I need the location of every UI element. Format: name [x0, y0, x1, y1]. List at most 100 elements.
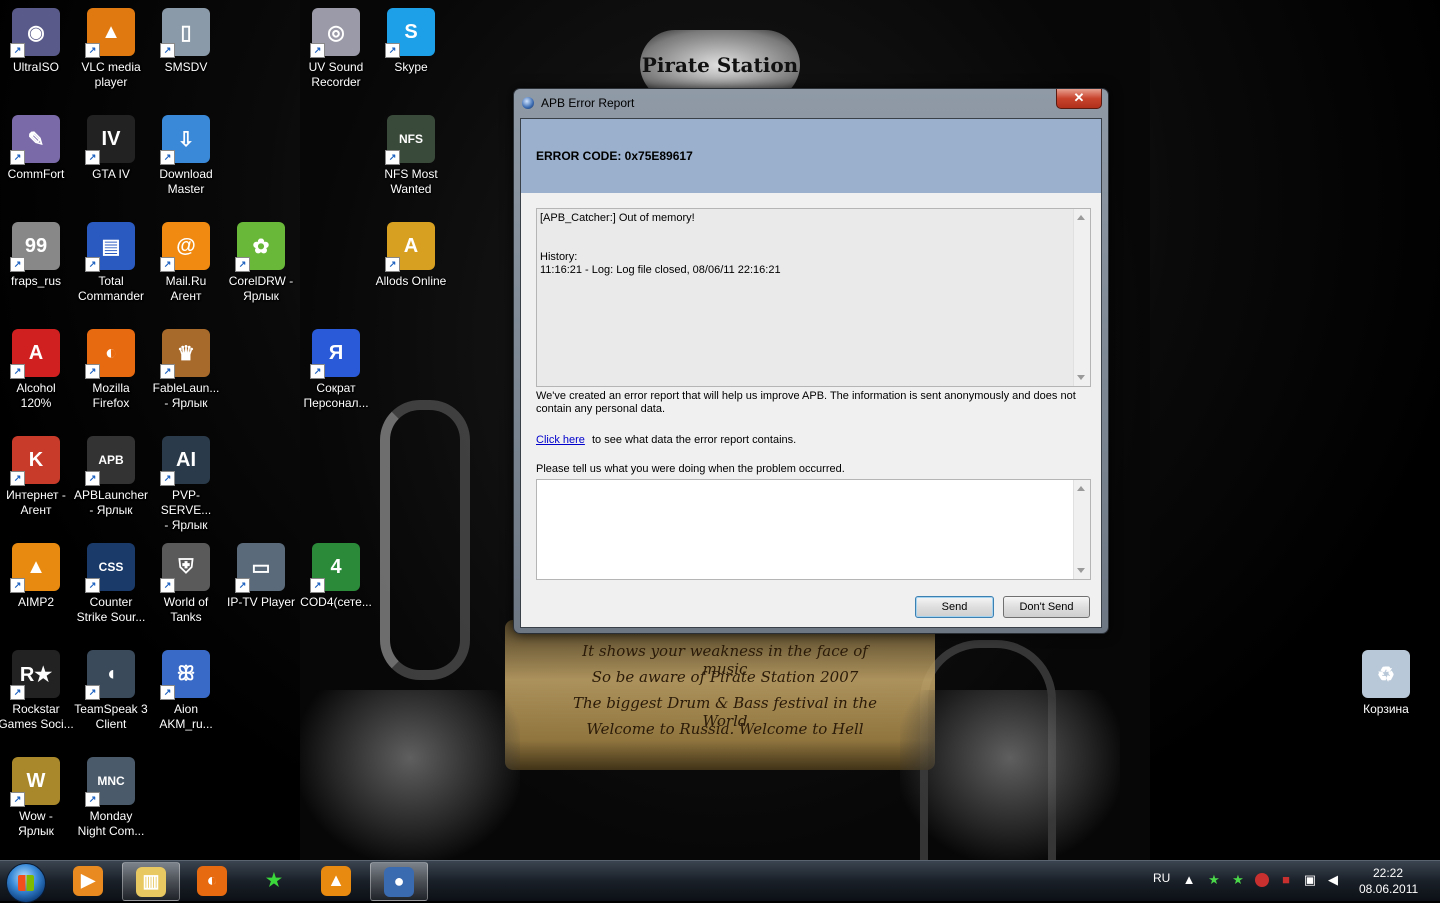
desktop-icon-sokrat[interactable]: Я ↗ Сократ Персонал...: [298, 329, 374, 411]
desktop-icon-label: Allods Online: [375, 274, 447, 288]
scroll-down-arrow-icon[interactable]: [1077, 375, 1085, 380]
clock-date[interactable]: 08.06.2011: [1359, 882, 1418, 896]
desktop-icon-label: fraps_rus: [10, 274, 62, 288]
aimp-icon: ▲: [321, 865, 351, 896]
network-icon[interactable]: ▣: [1303, 873, 1317, 887]
fraps-icon: 99 ↗: [10, 222, 60, 272]
taskbar-button-media-player[interactable]: ▶: [60, 862, 116, 899]
desktop-icon-label: IP-TV Player: [226, 595, 295, 609]
css-icon: CSS ↗: [85, 543, 135, 593]
app-icon: [522, 97, 534, 109]
desktop-icon-label: CommFort: [7, 167, 65, 181]
download-icon: ⇩ ↗: [160, 115, 210, 165]
language-indicator[interactable]: RU: [1153, 871, 1170, 885]
dialog-titlebar[interactable]: APB Error Report ✕: [514, 89, 1108, 117]
tanks-icon: ⛨ ↗: [160, 543, 210, 593]
dont-send-button[interactable]: Don't Send: [1003, 596, 1090, 618]
desktop-icon-label: COD4(сете...: [300, 595, 372, 609]
red-tray-icon[interactable]: ■: [1279, 873, 1293, 887]
taskbar-button-firefox[interactable]: ◐: [184, 862, 240, 899]
desktop-icon-skype[interactable]: S ↗ Skype: [373, 8, 449, 75]
recycle-bin-icon: ♻: [1362, 650, 1410, 698]
desktop-icon-speaker[interactable]: ◎ ↗ UV Sound Recorder: [298, 8, 374, 90]
desktop-icon-tv[interactable]: ▭ ↗ IP-TV Player: [223, 543, 299, 610]
desktop-icon-commfort[interactable]: ✎ ↗ CommFort: [0, 115, 74, 182]
desktop-icon-label: Mozilla Firefox: [92, 381, 130, 410]
taskbar-button-aimp[interactable]: ▲: [308, 862, 364, 899]
comment-textarea[interactable]: [536, 479, 1091, 580]
desktop-icon-vlc-cone[interactable]: ▲ ↗ VLC media player: [73, 8, 149, 90]
send-button[interactable]: Send: [915, 596, 994, 618]
fable-icon: ♛ ↗: [160, 329, 210, 379]
aimp-icon: ▲ ↗: [10, 543, 60, 593]
shortcut-arrow-icon: ↗: [385, 257, 400, 272]
desktop-icon-fraps[interactable]: 99 ↗ fraps_rus: [0, 222, 74, 289]
desktop-icon-fable[interactable]: ♛ ↗ FableLaun... - Ярлык: [148, 329, 224, 411]
firefox-icon: ◐: [197, 865, 227, 896]
taskbar-button-apb-error[interactable]: ●: [370, 862, 428, 901]
sokrat-icon: Я ↗: [310, 329, 360, 379]
shortcut-arrow-icon: ↗: [160, 150, 175, 165]
agent-icon: K ↗: [10, 436, 60, 486]
desktop-icon-css[interactable]: CSS ↗ Counter Strike Sour...: [73, 543, 149, 625]
desktop-icon-butterfly[interactable]: ꕥ ↗ Aion AKM_ru...: [148, 650, 224, 732]
antivirus-tray-icon[interactable]: [1255, 873, 1269, 887]
scroll-up-arrow-icon[interactable]: [1077, 215, 1085, 220]
desktop-icon-firefox[interactable]: ◐ ↗ Mozilla Firefox: [73, 329, 149, 411]
teamspeak-icon: ◖ ↗: [85, 650, 135, 700]
desktop-icon-nfs[interactable]: NFS ↗ NFS Most Wanted: [373, 115, 449, 197]
desktop-icon-label: Интернет - Агент: [6, 488, 66, 517]
desktop-icon-apb[interactable]: APB ↗ APBLauncher - Ярлык: [73, 436, 149, 518]
click-here-link[interactable]: Click here: [536, 434, 585, 446]
desktop-icon-aimp[interactable]: ▲ ↗ AIMP2: [0, 543, 74, 610]
show-hidden-icons-icon[interactable]: ▲: [1182, 873, 1196, 887]
desktop-icon-mnc[interactable]: MNC ↗ Monday Night Com...: [73, 757, 149, 839]
error-log-box[interactable]: [APB_Catcher:] Out of memory! History: 1…: [536, 208, 1091, 387]
desktop-icon-gta[interactable]: IV ↗ GTA IV: [73, 115, 149, 182]
desktop-icon-phone[interactable]: ▯ ↗ SMSDV: [148, 8, 224, 75]
wallpaper-wing-left: [300, 690, 520, 860]
desktop-icon-label: APBLauncher - Ярлык: [73, 488, 149, 517]
desktop-icon-alcohol[interactable]: A ↗ Alcohol 120%: [0, 329, 74, 411]
desktop-icon-download[interactable]: ⇩ ↗ Download Master: [148, 115, 224, 197]
desktop-icon-recycle-bin[interactable]: ♻ Корзина: [1348, 650, 1424, 717]
desktop-icon-cod4[interactable]: 4 ↗ COD4(сете...: [298, 543, 374, 610]
shortcut-arrow-icon: ↗: [160, 471, 175, 486]
desktop-icon-rockstar[interactable]: R★ ↗ Rockstar Games Soci...: [0, 650, 74, 732]
shortcut-arrow-icon: ↗: [10, 364, 25, 379]
volume-icon[interactable]: ◀: [1326, 873, 1340, 887]
nfs-icon: NFS ↗: [385, 115, 435, 165]
star-tray-icon[interactable]: ★: [1207, 873, 1221, 887]
scroll-up-arrow-icon[interactable]: [1077, 486, 1085, 491]
shortcut-arrow-icon: ↗: [85, 257, 100, 272]
start-button[interactable]: [6, 863, 46, 903]
desktop-icon-wow[interactable]: W ↗ Wow - Ярлык: [0, 757, 74, 839]
log-scrollbar[interactable]: [1073, 209, 1090, 386]
comment-scrollbar[interactable]: [1073, 480, 1090, 579]
desktop-icon-agent[interactable]: K ↗ Интернет - Агент: [0, 436, 74, 518]
shortcut-arrow-icon: ↗: [10, 471, 25, 486]
desktop-icon-corel[interactable]: ✿ ↗ CorelDRW - Ярлык: [223, 222, 299, 304]
taskbar-button-star[interactable]: ★: [246, 862, 302, 899]
scroll-down-arrow-icon[interactable]: [1077, 568, 1085, 573]
desktop-icon-label: PVP-SERVE... - Ярлык: [160, 488, 212, 532]
shortcut-arrow-icon: ↗: [85, 685, 100, 700]
cod4-icon: 4 ↗: [310, 543, 360, 593]
desktop-icon-disc[interactable]: ◉ ↗ UltraISO: [0, 8, 74, 75]
star-tray-icon[interactable]: ★: [1231, 873, 1245, 887]
desktop-icon-floppy[interactable]: ▤ ↗ Total Commander: [73, 222, 149, 304]
clock-time[interactable]: 22:22: [1373, 866, 1403, 880]
log-line: [APB_Catcher:] Out of memory!: [540, 212, 695, 224]
desktop-icon-aion[interactable]: AI ↗ PVP-SERVE... - Ярлык: [148, 436, 224, 533]
desktop-icon-at-sign[interactable]: @ ↗ Mail.Ru Агент: [148, 222, 224, 304]
desktop-icon-tanks[interactable]: ⛨ ↗ World of Tanks: [148, 543, 224, 625]
desktop-icon-label: AIMP2: [17, 595, 54, 609]
close-button[interactable]: ✕: [1056, 89, 1102, 109]
comment-prompt: Please tell us what you were doing when …: [536, 463, 845, 475]
shortcut-arrow-icon: ↗: [160, 685, 175, 700]
apb-error-icon: ●: [384, 866, 414, 897]
taskbar-button-explorer-folder[interactable]: ▥: [122, 862, 180, 901]
error-code: ERROR CODE: 0x75E89617: [536, 149, 693, 163]
desktop-icon-allods[interactable]: A ↗ Allods Online: [373, 222, 449, 289]
desktop-icon-teamspeak[interactable]: ◖ ↗ TeamSpeak 3 Client: [73, 650, 149, 732]
